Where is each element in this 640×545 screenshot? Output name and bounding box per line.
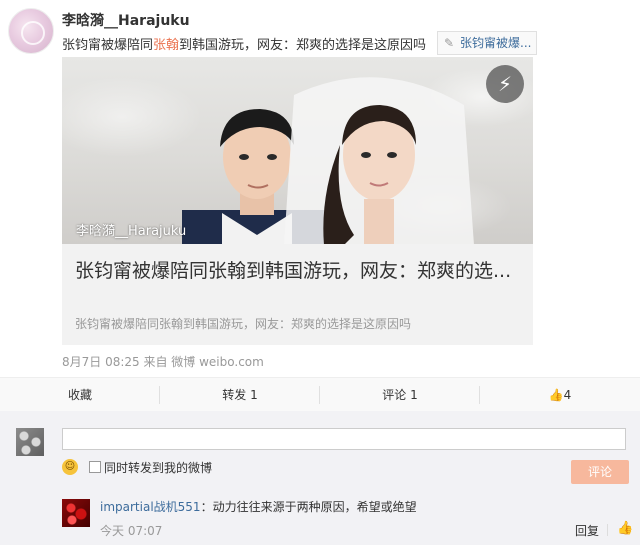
woman-figure	[284, 77, 474, 244]
image-watermark: 李晗漪__Harajuku	[76, 224, 187, 239]
comment-like-icon[interactable]: 👍	[617, 521, 633, 536]
favorite-button[interactable]: 收藏	[0, 378, 160, 412]
highlighted-keyword[interactable]: 张翰	[153, 38, 179, 53]
like-button[interactable]: 👍4	[480, 378, 640, 412]
lightning-icon[interactable]: ⚡	[486, 65, 524, 103]
post-text: 张钧甯被爆陪同张翰到韩国游玩，网友：郑爽的选择是这原因吗	[62, 34, 426, 53]
topic-tag[interactable]: ✎ 张钧甯被爆...	[437, 31, 537, 55]
post-text-end: 到韩国游玩，网友：郑爽的选择是这原因吗	[179, 38, 427, 53]
tag-icon: ✎	[443, 36, 455, 50]
submit-comment-button[interactable]: 评论	[571, 460, 629, 484]
repost-checkbox[interactable]	[89, 461, 101, 473]
repost-button[interactable]: 转发 1	[160, 378, 320, 412]
repost-checkbox-label[interactable]: 同时转发到我的微博	[104, 459, 212, 476]
emoji-icon[interactable]: ☺	[62, 459, 78, 475]
article-card[interactable]: ⚡ 李晗漪__Harajuku 张钧甯被爆陪同张翰到韩国游玩，网友：郑爽的选..…	[62, 57, 533, 345]
thumbs-up-icon: 👍	[548, 388, 564, 402]
action-bar: 收藏 转发 1 评论 1 👍4	[0, 377, 640, 413]
post-username[interactable]: 李晗漪__Harajuku	[62, 10, 190, 30]
comment-time: 今天 07:07	[100, 524, 163, 538]
user-avatar[interactable]	[8, 8, 54, 54]
my-avatar[interactable]	[16, 428, 44, 456]
article-cover-image[interactable]: ⚡ 李晗漪__Harajuku	[62, 57, 533, 244]
article-summary: 张钧甯被爆陪同张翰到韩国游玩，网友：郑爽的选择是这原因吗	[75, 317, 412, 331]
topic-tag-label: 张钧甯被爆...	[460, 36, 532, 50]
post-meta: 8月7日 08:25 来自 微博 weibo.com	[62, 355, 264, 369]
comment-text: ：动力往往来源于两种原因，希望或绝望	[200, 500, 417, 514]
post-text-start: 张钧甯被爆陪同	[62, 38, 154, 53]
comment-button[interactable]: 评论 1	[320, 378, 480, 412]
like-count: 4	[563, 388, 572, 402]
comment-input[interactable]	[62, 428, 626, 450]
commenter-avatar[interactable]	[62, 499, 90, 527]
comment-item: impartial战机551：动力往往来源于两种原因，希望或绝望	[100, 498, 417, 515]
divider	[607, 524, 608, 536]
article-title[interactable]: 张钧甯被爆陪同张翰到韩国游玩，网友：郑爽的选...	[75, 257, 515, 285]
commenter-name[interactable]: impartial战机551	[100, 500, 201, 514]
reply-button[interactable]: 回复	[575, 522, 599, 539]
